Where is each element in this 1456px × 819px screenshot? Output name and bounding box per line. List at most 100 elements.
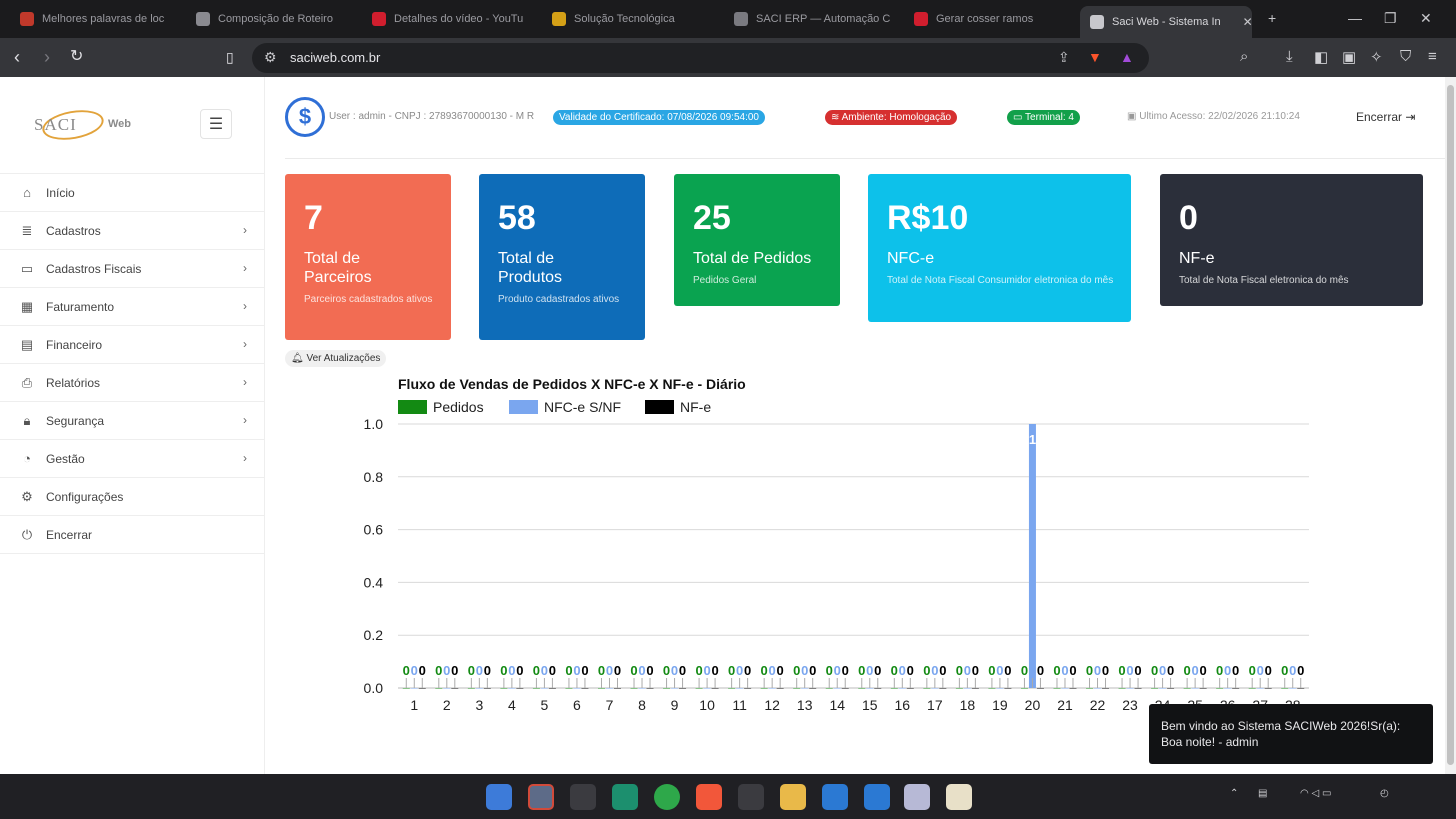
download-icon[interactable]: ⤓ [1286, 48, 1293, 65]
close-tab-icon[interactable]: ✕ [1243, 15, 1252, 29]
clock-icon[interactable]: ◴ [1380, 788, 1389, 799]
sidebar-item-faturamento[interactable]: ▦ Faturamento › [0, 287, 265, 325]
data-label: 0 [931, 663, 938, 678]
bar [866, 688, 874, 689]
app-icon[interactable] [864, 784, 890, 810]
app-icon[interactable] [904, 784, 930, 810]
bar [858, 688, 866, 689]
page-scrollbar[interactable] [1445, 77, 1456, 774]
back-icon[interactable]: ‹ [14, 47, 20, 67]
reload-icon[interactable]: ↻ [70, 47, 83, 67]
chevron-right-icon: › [243, 223, 247, 237]
vscode-icon[interactable] [822, 784, 848, 810]
data-label: 0 [1167, 663, 1174, 678]
brave-rewards-icon[interactable]: ▲ [1120, 49, 1134, 65]
sidebar-item-seguranca[interactable]: 🔒︎ Segurança › [0, 401, 265, 439]
new-tab-icon[interactable]: + [1268, 10, 1276, 26]
app-icon[interactable] [946, 784, 972, 810]
data-label: 0 [516, 663, 523, 678]
bar [1289, 688, 1297, 689]
sidebar-item-gestao[interactable]: ◔ Gestão › [0, 439, 265, 477]
data-label: 0 [728, 663, 735, 678]
browser-tab[interactable]: Detalhes do vídeo - YouTu [362, 6, 534, 32]
bar [939, 688, 947, 689]
language-icon[interactable]: ▤ [1258, 788, 1267, 799]
wallet-icon[interactable]: ▣ [1342, 48, 1356, 66]
data-label: 0 [842, 663, 849, 678]
bookmark-icon[interactable]: ▯ [226, 47, 234, 67]
vpn-icon[interactable]: ⛉ [1400, 48, 1411, 65]
sidebar-item-cadastros[interactable]: ≣ Cadastros › [0, 211, 265, 249]
start-icon[interactable] [486, 784, 512, 810]
site-info-icon[interactable]: ⚙ [264, 49, 277, 66]
share-icon[interactable]: ⇪ [1058, 49, 1070, 66]
bar [988, 688, 996, 689]
tab-label: Detalhes do vídeo - YouTu [394, 13, 524, 25]
data-label: 0 [866, 663, 873, 678]
sidebar-item-cadastros-fiscais[interactable]: ▭ Cadastros Fiscais › [0, 249, 265, 287]
folder-icon[interactable] [780, 784, 806, 810]
browser-tab[interactable]: SACI ERP — Automação C [724, 6, 896, 32]
data-label: 0 [630, 663, 637, 678]
forward-icon[interactable]: › [44, 47, 50, 67]
screenshot-icon[interactable]: ⌕ [1240, 48, 1248, 65]
sidebar-item-inicio[interactable]: ⌂ Início [0, 173, 265, 211]
sidebar-item-label: Encerrar [46, 527, 93, 542]
menu-icon[interactable]: ≡ [1428, 48, 1437, 65]
data-label: 0 [777, 663, 784, 678]
data-label: 0 [451, 663, 458, 678]
app-icon[interactable] [528, 784, 554, 810]
x-tick-label: 2 [443, 697, 451, 713]
browser-tabstrip: Melhores palavras de loc Composição de Ro… [0, 0, 1456, 38]
data-label: 0 [435, 663, 442, 678]
browser-tab[interactable]: Gerar cosser ramos [904, 6, 1072, 32]
bar [679, 688, 687, 689]
network-icon[interactable]: ◠ ◁ ▭ [1300, 788, 1331, 799]
app-icon[interactable] [738, 784, 764, 810]
data-label: 0 [679, 663, 686, 678]
close-window-icon[interactable]: ✕ [1420, 10, 1432, 27]
data-label: 0 [1192, 663, 1199, 678]
bar [1183, 688, 1191, 689]
whatsapp-icon[interactable] [654, 784, 680, 810]
minimize-icon[interactable]: — [1348, 10, 1362, 26]
data-label: 0 [1184, 663, 1191, 678]
hamburger-menu-button[interactable]: ☰ [200, 109, 232, 139]
data-label: 0 [663, 663, 670, 678]
bar [1199, 688, 1207, 689]
data-label: 0 [1159, 663, 1166, 678]
app-icon[interactable] [570, 784, 596, 810]
browser-tab[interactable]: Saci Web - Sistema In ✕ [1080, 6, 1252, 38]
address-bar[interactable]: ⚙ saciweb.com.br ⇪ ▼ ▲ [252, 43, 1149, 73]
data-label: 0 [1265, 663, 1272, 678]
tray-chevron-icon[interactable]: ⌃ [1230, 788, 1238, 799]
x-tick-label: 20 [1025, 697, 1041, 713]
restore-icon[interactable]: ❐ [1384, 10, 1397, 27]
bar [1061, 688, 1069, 689]
legend-label: Pedidos [433, 399, 484, 415]
app-icon[interactable] [612, 784, 638, 810]
sidebar-item-encerrar[interactable]: ⏻ Encerrar [0, 515, 265, 553]
x-tick-label: 3 [475, 697, 483, 713]
sidebar-item-configuracoes[interactable]: ⚙ Configurações [0, 477, 265, 515]
tab-label: Melhores palavras de loc [42, 13, 165, 25]
url-text[interactable]: saciweb.com.br [290, 50, 380, 65]
data-label: 0 [638, 663, 645, 678]
browser-tab[interactable]: Melhores palavras de loc [10, 6, 180, 32]
brave-icon[interactable] [696, 784, 722, 810]
data-label: 0 [801, 663, 808, 678]
brave-shields-icon[interactable]: ▼ [1088, 49, 1102, 65]
legend-label: NFC-e S/NF [544, 399, 621, 415]
sidebar-item-relatorios[interactable]: ⎙ Relatórios › [0, 363, 265, 401]
sidebar-item-financeiro[interactable]: ▤ Financeiro › [0, 325, 265, 363]
leo-ai-icon[interactable]: ✧ [1370, 48, 1383, 66]
sidebar-item-label: Início [46, 185, 75, 200]
bar [1069, 688, 1077, 689]
x-tick-label: 23 [1122, 697, 1138, 713]
browser-tab[interactable]: Solução Tecnológica [542, 6, 716, 32]
browser-tab[interactable]: Composição de Roteiro [186, 6, 356, 32]
grid-icon: ▦ [20, 298, 34, 314]
data-label: 0 [606, 663, 613, 678]
sidebar-toggle-icon[interactable]: ◧ [1314, 48, 1328, 66]
saci-web-logo[interactable]: SACI Web [34, 105, 144, 145]
